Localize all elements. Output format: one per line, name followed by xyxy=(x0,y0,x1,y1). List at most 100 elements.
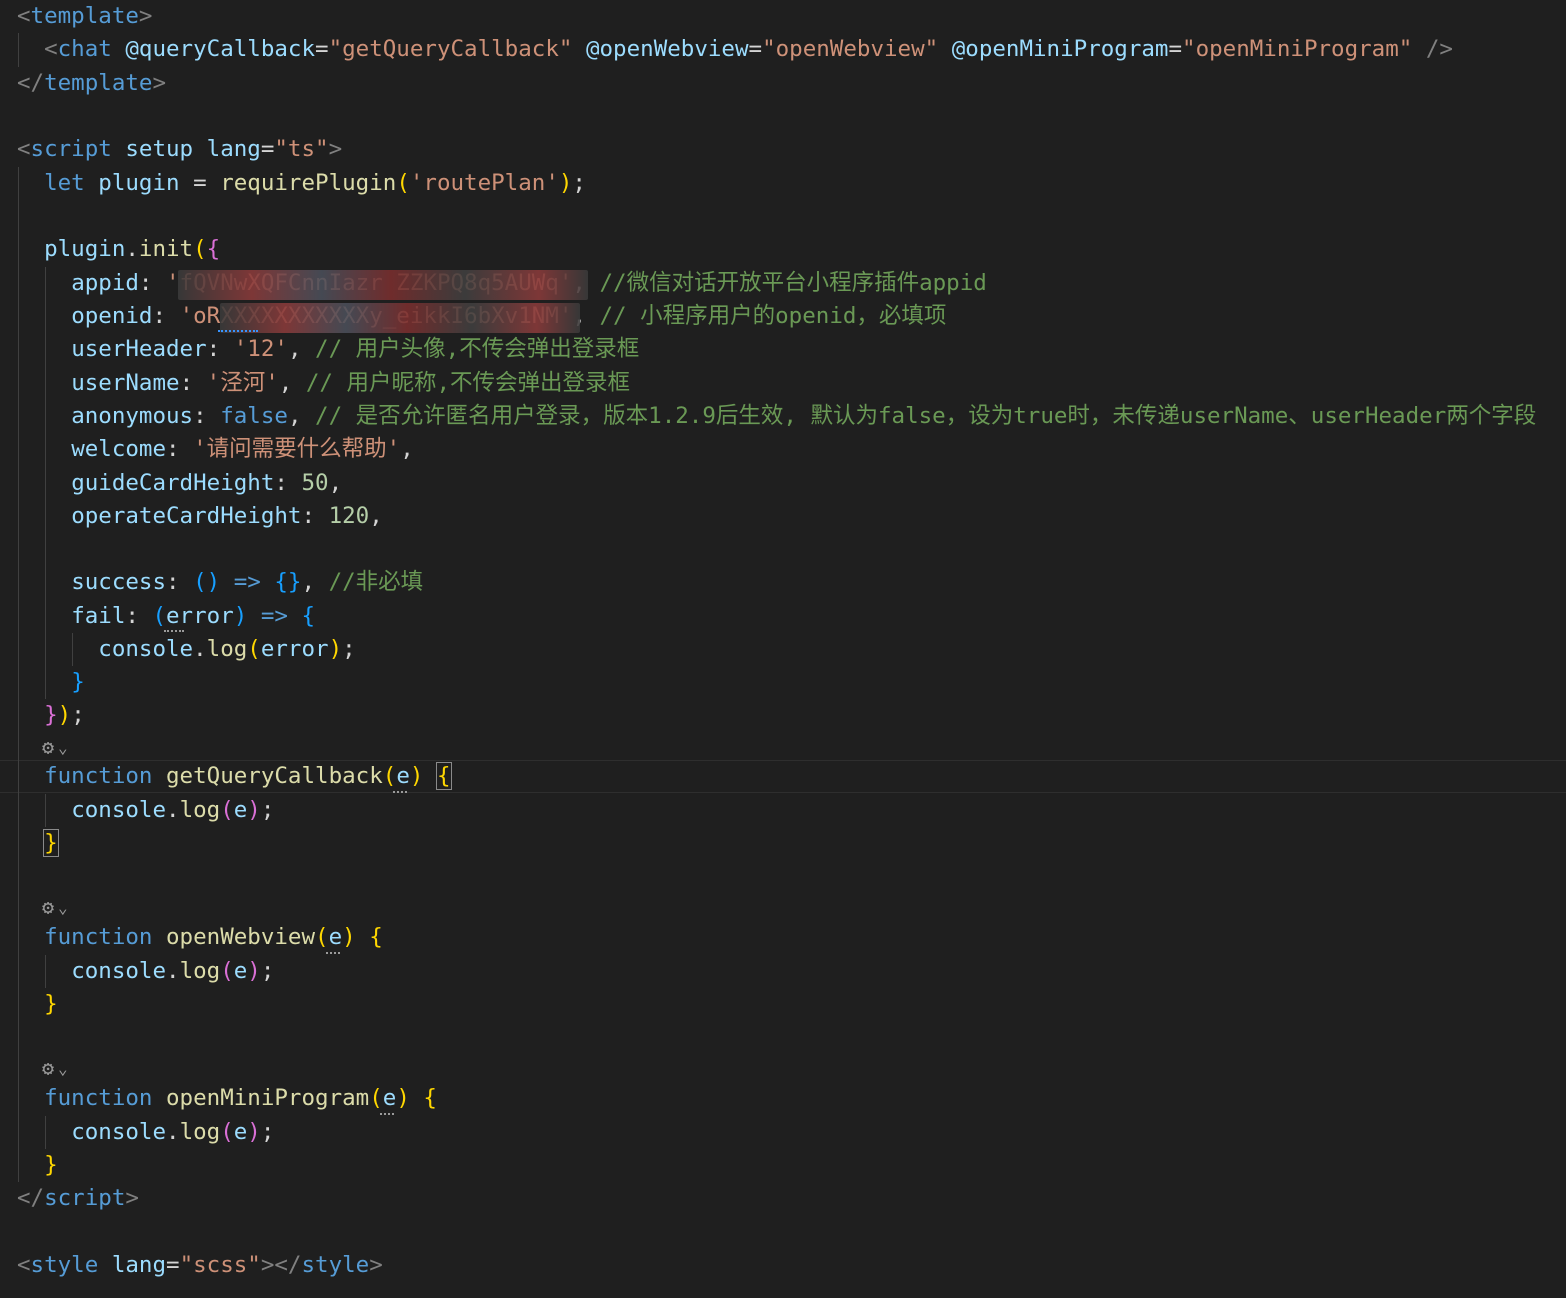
string-literal: "openWebview" xyxy=(762,36,939,62)
copilot-sparkle-icon[interactable]: ⚙ ⌄ xyxy=(42,1056,68,1080)
bracket: { xyxy=(435,762,452,790)
hint-dots xyxy=(380,1110,394,1115)
punctuation: . xyxy=(166,1119,180,1145)
identifier: success xyxy=(71,569,167,595)
code-line[interactable]: } xyxy=(17,666,85,699)
comment: //非必填 xyxy=(328,569,424,595)
attribute-name: lang xyxy=(111,1252,167,1278)
punctuation: , xyxy=(278,370,306,396)
code-line[interactable]: </template> xyxy=(17,67,166,100)
punctuation: , xyxy=(287,336,316,362)
punctuation: ; xyxy=(260,958,275,984)
tag-bracket: > xyxy=(138,3,153,29)
number-literal: 120 xyxy=(328,503,370,529)
code-line[interactable]: <chat @queryCallback="getQueryCallback" … xyxy=(17,33,1453,66)
tag-bracket: < xyxy=(17,1252,31,1278)
identifier: error xyxy=(166,603,234,629)
comment: // 小程序用户的openid，必填项 xyxy=(599,303,947,329)
bracket: ( xyxy=(369,1085,383,1111)
code-line[interactable]: } xyxy=(17,1149,58,1182)
keyword: function xyxy=(44,1085,153,1111)
code-line[interactable]: console.log(e); xyxy=(17,955,274,988)
string-literal: "getQueryCallback" xyxy=(328,36,573,62)
code-line[interactable]: operateCardHeight: 120, xyxy=(17,500,383,533)
punctuation: : xyxy=(274,470,302,496)
punctuation xyxy=(17,170,44,196)
spelling-squiggle xyxy=(218,326,258,332)
code-line[interactable]: console.log(e); xyxy=(17,1116,274,1149)
code-line[interactable]: }); xyxy=(17,699,85,732)
code-line[interactable]: anonymous: false, // 是否允许匿名用户登录，版本1.2.9后… xyxy=(17,400,1536,433)
punctuation: . xyxy=(166,958,180,984)
bracket: ) xyxy=(233,603,248,629)
punctuation xyxy=(17,370,71,396)
punctuation xyxy=(17,1119,71,1145)
identifier: plugin xyxy=(98,170,180,196)
punctuation xyxy=(261,569,275,595)
punctuation xyxy=(17,1152,44,1178)
bracket: ( xyxy=(220,1119,234,1145)
code-line[interactable]: plugin.init({ xyxy=(17,233,220,266)
code-line[interactable]: function openMiniProgram(e) { xyxy=(17,1082,437,1115)
bracket: { xyxy=(301,603,316,629)
code-editor[interactable]: <template> <chat @queryCallback="getQuer… xyxy=(0,0,1566,1298)
hint-dots xyxy=(164,627,184,632)
punctuation xyxy=(17,270,71,296)
code-line[interactable]: guideCardHeight: 50, xyxy=(17,467,342,500)
punctuation: = xyxy=(179,170,221,196)
punctuation: , xyxy=(301,569,329,595)
code-line[interactable]: userName: '泾河', // 用户昵称,不传会弹出登录框 xyxy=(17,367,630,400)
identifier: console xyxy=(71,958,167,984)
copilot-sparkle-icon[interactable]: ⚙ ⌄ xyxy=(42,735,68,759)
bracket: ) xyxy=(57,702,72,728)
code-line[interactable]: <template> xyxy=(17,0,152,33)
code-line[interactable]: console.log(error); xyxy=(17,633,355,666)
bracket: } xyxy=(43,829,59,857)
bracket: ( xyxy=(193,236,207,262)
punctuation xyxy=(112,136,126,162)
tag-bracket: > xyxy=(125,1185,139,1211)
code-line[interactable]: welcome: '请问需要什么帮助', xyxy=(17,433,414,466)
code-line[interactable]: function getQueryCallback(e) { xyxy=(17,760,452,793)
code-line[interactable]: userHeader: '12', // 用户头像,不传会弹出登录框 xyxy=(17,333,639,366)
function-name: openWebview xyxy=(166,924,316,950)
punctuation: : xyxy=(166,569,194,595)
code-line[interactable]: success: () => {}, //非必填 xyxy=(17,566,423,599)
punctuation: : xyxy=(166,436,194,462)
code-line[interactable]: let plugin = requirePlugin('routePlan'); xyxy=(17,167,586,200)
code-line[interactable]: <style lang="scss"></style> xyxy=(17,1249,383,1282)
code-line[interactable]: console.log(e); xyxy=(17,794,274,827)
code-line[interactable]: <script setup lang="ts"> xyxy=(17,133,342,166)
punctuation xyxy=(17,569,71,595)
punctuation xyxy=(17,303,71,329)
bracket: } xyxy=(71,669,85,695)
code-line[interactable]: } xyxy=(17,827,59,860)
punctuation xyxy=(17,603,71,629)
identifier: e xyxy=(328,924,343,950)
copilot-sparkle-icon[interactable]: ⚙ ⌄ xyxy=(42,895,68,919)
code-line[interactable]: </script> xyxy=(17,1182,139,1215)
punctuation xyxy=(17,36,44,62)
code-line[interactable]: } xyxy=(17,988,58,1021)
tag-name: template xyxy=(30,3,139,29)
punctuation xyxy=(152,763,166,789)
identifier: error xyxy=(260,636,329,662)
punctuation xyxy=(17,797,71,823)
redaction-mark xyxy=(220,303,580,333)
tag-bracket: < xyxy=(17,136,31,162)
punctuation xyxy=(247,603,261,629)
string-literal: "ts" xyxy=(274,136,329,162)
punctuation: , xyxy=(287,403,316,429)
punctuation: = xyxy=(1168,36,1183,62)
identifier: e xyxy=(382,1085,397,1111)
function-name: log xyxy=(206,636,248,662)
identifier: fail xyxy=(71,603,126,629)
attribute-name: lang xyxy=(206,136,261,162)
identifier: guideCardHeight xyxy=(71,470,275,496)
tag-bracket: /> xyxy=(1412,36,1453,62)
punctuation: ; xyxy=(260,797,275,823)
keyword: let xyxy=(44,170,85,196)
bracket: ( xyxy=(220,958,234,984)
punctuation xyxy=(938,36,952,62)
punctuation xyxy=(17,830,44,856)
